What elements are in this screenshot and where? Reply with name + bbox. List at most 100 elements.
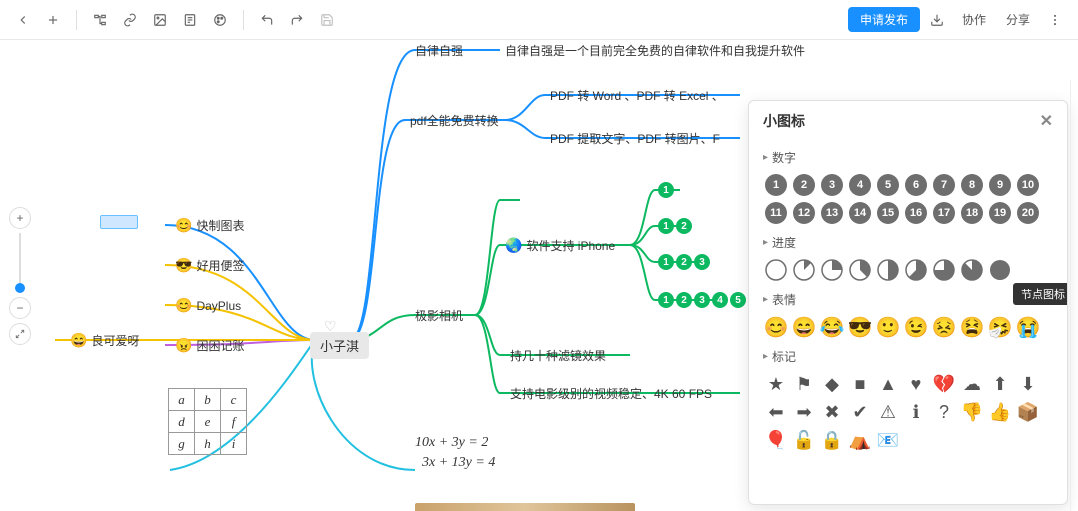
progress-icon-62.5[interactable]	[903, 257, 929, 283]
mark-icon-23[interactable]: ⛺	[847, 427, 873, 453]
node-left-4[interactable]: 😠困困记账	[175, 337, 244, 354]
node-camera[interactable]: 极影相机	[415, 307, 463, 324]
emoji-icon-1[interactable]: 😄	[791, 314, 817, 340]
number-icon-6[interactable]: 6	[903, 172, 929, 198]
progress-icon-0[interactable]	[763, 257, 789, 283]
number-icon-1[interactable]: 1	[763, 172, 789, 198]
number-icon-5[interactable]: 5	[875, 172, 901, 198]
emoji-icon-6[interactable]: 😣	[931, 314, 957, 340]
number-icon-8[interactable]: 8	[959, 172, 985, 198]
number-icon-20[interactable]: 20	[1015, 200, 1041, 226]
number-icon-4[interactable]: 4	[847, 172, 873, 198]
redo-button[interactable]	[284, 7, 310, 33]
node-pdf-c2[interactable]: PDF 提取文字、PDF 转图片、F	[550, 130, 720, 147]
mark-icon-14[interactable]: ⚠	[875, 399, 901, 425]
number-icon-9[interactable]: 9	[987, 172, 1013, 198]
save-button[interactable]	[314, 7, 340, 33]
progress-icon-100[interactable]	[987, 257, 1013, 283]
link-button[interactable]	[117, 7, 143, 33]
mark-icon-6[interactable]: 💔	[931, 371, 957, 397]
mark-icon-16[interactable]: ?	[931, 399, 957, 425]
mark-icon-15[interactable]: ℹ	[903, 399, 929, 425]
matrix-table[interactable]: abc def ghi	[168, 388, 247, 455]
emoji-icon-3[interactable]: 😎	[847, 314, 873, 340]
progress-icon-87.5[interactable]	[959, 257, 985, 283]
number-icon-2[interactable]: 2	[791, 172, 817, 198]
more-button[interactable]	[1042, 7, 1068, 33]
section-progress[interactable]: 进度	[763, 234, 1053, 251]
section-emoji[interactable]: 表情	[763, 291, 1053, 308]
emoji-icon-4[interactable]: 🙂	[875, 314, 901, 340]
number-icon-17[interactable]: 17	[931, 200, 957, 226]
mark-icon-18[interactable]: 👍	[987, 399, 1013, 425]
progress-icon-75[interactable]	[931, 257, 957, 283]
mark-icon-11[interactable]: ➡	[791, 399, 817, 425]
mark-icon-19[interactable]: 📦	[1015, 399, 1041, 425]
share-button[interactable]: 分享	[998, 7, 1038, 32]
equation-2[interactable]: 3x + 13y = 4	[422, 455, 495, 471]
node-pdf-c1[interactable]: PDF 转 Word 、PDF 转 Excel 、	[550, 87, 724, 104]
add-button[interactable]	[40, 7, 66, 33]
emoji-icon-5[interactable]: 😉	[903, 314, 929, 340]
emoji-icon-0[interactable]: 😊	[763, 314, 789, 340]
number-icon-13[interactable]: 13	[819, 200, 845, 226]
section-numbers[interactable]: 数字	[763, 149, 1053, 166]
mark-icon-17[interactable]: 👎	[959, 399, 985, 425]
emoji-icon-2[interactable]: 😂	[819, 314, 845, 340]
canvas[interactable]: ♡ 小子淇 😊快制图表 😎好用便签 😊DayPlus 😠困困记账 😄良可爱呀 自…	[0, 40, 1078, 511]
zoom-slider[interactable]	[19, 233, 21, 293]
mark-icon-12[interactable]: ✖	[819, 399, 845, 425]
publish-button[interactable]: 申请发布	[848, 7, 920, 32]
node-selfdiscipline[interactable]: 自律自强	[415, 42, 463, 59]
number-icon-7[interactable]: 7	[931, 172, 957, 198]
node-camera-c1[interactable]: 🌏软件支持 iPhone	[505, 237, 615, 254]
number-icon-14[interactable]: 14	[847, 200, 873, 226]
mark-icon-13[interactable]: ✔	[847, 399, 873, 425]
root-node[interactable]: 小子淇	[310, 332, 369, 359]
progress-icon-25[interactable]	[819, 257, 845, 283]
style-button[interactable]	[207, 7, 233, 33]
mark-icon-21[interactable]: 🔓	[791, 427, 817, 453]
mark-icon-9[interactable]: ⬇	[1015, 371, 1041, 397]
node-camera-c3[interactable]: 支持电影级别的视频稳定、4K 60 FPS	[510, 385, 712, 402]
close-icon[interactable]: ✕	[1040, 111, 1053, 131]
node-left-5[interactable]: 😄良可爱呀	[70, 332, 139, 349]
node-camera-c2[interactable]: 持几十种滤镜效果	[510, 347, 606, 364]
mark-icon-8[interactable]: ⬆	[987, 371, 1013, 397]
mark-icon-24[interactable]: 📧	[875, 427, 901, 453]
badge-123[interactable]: 123	[658, 254, 710, 270]
mark-icon-5[interactable]: ♥	[903, 371, 929, 397]
badge-1[interactable]: 1	[658, 182, 674, 198]
collab-button[interactable]: 协作	[954, 7, 994, 32]
progress-icon-37.5[interactable]	[847, 257, 873, 283]
badge-12345[interactable]: 12345	[658, 292, 746, 308]
note-button[interactable]	[177, 7, 203, 33]
badge-12[interactable]: 12	[658, 218, 692, 234]
progress-icon-12.5[interactable]	[791, 257, 817, 283]
number-icon-10[interactable]: 10	[1015, 172, 1041, 198]
mark-icon-1[interactable]: ⚑	[791, 371, 817, 397]
number-icon-19[interactable]: 19	[987, 200, 1013, 226]
zoom-out-button[interactable]: −	[9, 297, 31, 319]
number-icon-12[interactable]: 12	[791, 200, 817, 226]
number-icon-18[interactable]: 18	[959, 200, 985, 226]
node-selfdiscipline-desc[interactable]: 自律自强是一个目前完全免费的自律软件和自我提升软件	[505, 42, 805, 59]
node-pdf[interactable]: pdf全能免费转换	[410, 112, 499, 129]
mark-icon-22[interactable]: 🔒	[819, 427, 845, 453]
progress-icon-50[interactable]	[875, 257, 901, 283]
node-left-3[interactable]: 😊DayPlus	[175, 297, 241, 314]
number-icon-15[interactable]: 15	[875, 200, 901, 226]
mark-icon-2[interactable]: ◆	[819, 371, 845, 397]
undo-button[interactable]	[254, 7, 280, 33]
download-button[interactable]	[924, 7, 950, 33]
mark-icon-4[interactable]: ▲	[875, 371, 901, 397]
image-button[interactable]	[147, 7, 173, 33]
subnode-button[interactable]	[87, 7, 113, 33]
emoji-icon-8[interactable]: 🤧	[987, 314, 1013, 340]
zoom-fit-button[interactable]	[9, 323, 31, 345]
emoji-icon-9[interactable]: 😭	[1015, 314, 1041, 340]
zoom-in-button[interactable]: +	[9, 207, 31, 229]
mark-icon-10[interactable]: ⬅	[763, 399, 789, 425]
number-icon-3[interactable]: 3	[819, 172, 845, 198]
node-left-2[interactable]: 😎好用便签	[175, 257, 244, 274]
